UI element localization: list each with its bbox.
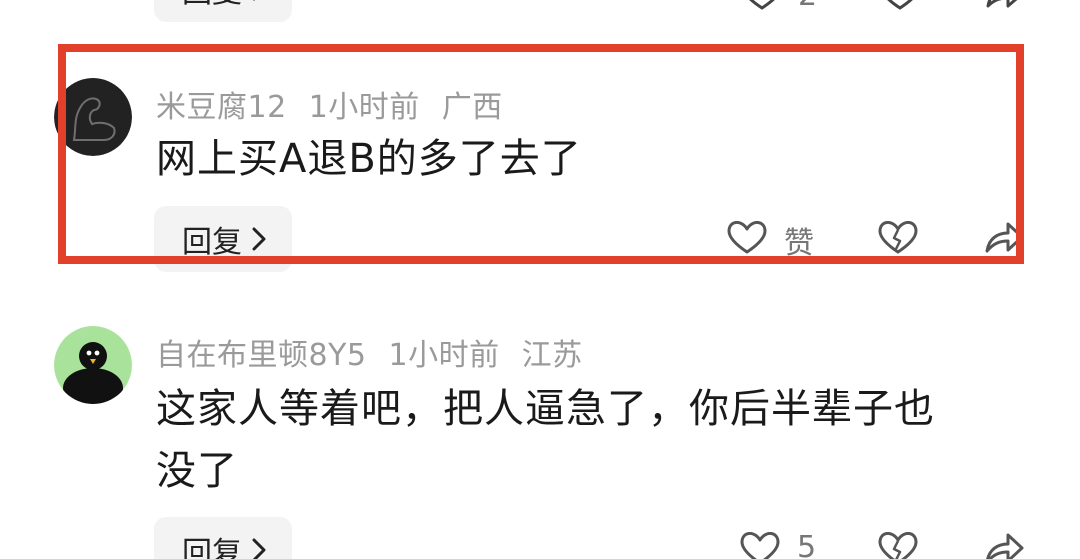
- chevron-right-icon: [252, 0, 256, 1]
- comment-meta: 米豆腐12 1小时前 广西: [156, 82, 525, 126]
- comment-list: 回复 2 米豆腐121小时前广西 网上买A退B的多了去了 回复: [0, 0, 1080, 559]
- avatar[interactable]: [54, 78, 132, 156]
- like-label[interactable]: 赞: [784, 218, 814, 262]
- comment-body-line: 没了: [156, 448, 238, 494]
- reply-button[interactable]: 回复: [154, 206, 292, 272]
- reply-button[interactable]: 回复: [154, 0, 292, 22]
- comment-body: 网上买A退B的多了去了: [156, 136, 582, 182]
- username[interactable]: 自在布里顿8Y5: [156, 338, 367, 373]
- reply-label: 回复: [182, 0, 242, 11]
- broken-heart-icon[interactable]: [878, 221, 918, 255]
- heart-icon[interactable]: [727, 221, 767, 255]
- location: 江苏: [521, 338, 583, 373]
- share-icon[interactable]: [984, 532, 1024, 559]
- chevron-right-icon: [252, 227, 266, 251]
- like-count: 2: [798, 0, 817, 13]
- reply-button[interactable]: 回复: [154, 517, 292, 559]
- heart-icon[interactable]: [742, 0, 782, 10]
- broken-heart-icon[interactable]: [880, 0, 920, 10]
- comment-text: 这家人等着吧，把人逼急了，你后半辈子也 没了: [156, 378, 1016, 502]
- username[interactable]: 米豆腐12: [156, 90, 287, 125]
- comment-meta: 自在布里顿8Y5 1小时前 江苏: [156, 330, 605, 374]
- timestamp: 1小时前: [388, 338, 500, 373]
- chevron-right-icon: [252, 538, 266, 559]
- reply-label: 回复: [182, 536, 242, 559]
- muscle-arm-icon: [54, 78, 132, 156]
- avatar[interactable]: [54, 326, 132, 404]
- comment-body-line: 这家人等着吧，把人逼急了，你后半辈子也: [156, 386, 935, 432]
- reply-label: 回复: [182, 225, 242, 260]
- heart-icon[interactable]: [740, 532, 780, 559]
- location: 广西: [441, 90, 503, 125]
- black-bird-icon: [54, 326, 132, 404]
- broken-heart-icon[interactable]: [878, 532, 918, 559]
- timestamp: 1小时前: [308, 90, 420, 125]
- share-icon[interactable]: [984, 221, 1024, 255]
- share-icon[interactable]: [984, 0, 1024, 10]
- like-count: 5: [797, 530, 817, 559]
- comment-text: 网上买A退B的多了去了: [156, 128, 1016, 190]
